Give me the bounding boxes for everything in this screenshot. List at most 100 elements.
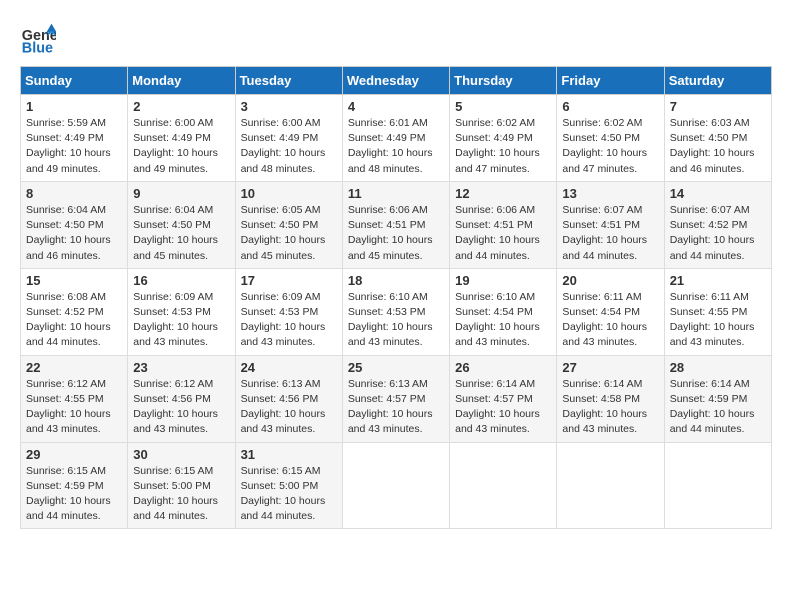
page-header: General Blue: [20, 20, 772, 56]
day-number: 9: [133, 186, 229, 201]
calendar-cell: [664, 442, 771, 529]
day-number: 24: [241, 360, 337, 375]
day-info: Sunrise: 6:06 AMSunset: 4:51 PMDaylight:…: [348, 204, 433, 262]
calendar-cell: 26 Sunrise: 6:14 AMSunset: 4:57 PMDaylig…: [450, 355, 557, 442]
day-number: 13: [562, 186, 658, 201]
calendar-cell: 15 Sunrise: 6:08 AMSunset: 4:52 PMDaylig…: [21, 268, 128, 355]
calendar-cell: 4 Sunrise: 6:01 AMSunset: 4:49 PMDayligh…: [342, 95, 449, 182]
day-number: 4: [348, 99, 444, 114]
calendar-cell: 31 Sunrise: 6:15 AMSunset: 5:00 PMDaylig…: [235, 442, 342, 529]
day-number: 6: [562, 99, 658, 114]
calendar-week-2: 8 Sunrise: 6:04 AMSunset: 4:50 PMDayligh…: [21, 181, 772, 268]
day-info: Sunrise: 6:07 AMSunset: 4:52 PMDaylight:…: [670, 204, 755, 262]
svg-text:Blue: Blue: [22, 40, 53, 56]
day-info: Sunrise: 6:10 AMSunset: 4:54 PMDaylight:…: [455, 291, 540, 349]
calendar-cell: 17 Sunrise: 6:09 AMSunset: 4:53 PMDaylig…: [235, 268, 342, 355]
calendar-cell: 13 Sunrise: 6:07 AMSunset: 4:51 PMDaylig…: [557, 181, 664, 268]
calendar-cell: [450, 442, 557, 529]
calendar-cell: 29 Sunrise: 6:15 AMSunset: 4:59 PMDaylig…: [21, 442, 128, 529]
day-number: 19: [455, 273, 551, 288]
day-info: Sunrise: 6:07 AMSunset: 4:51 PMDaylight:…: [562, 204, 647, 262]
calendar-cell: 20 Sunrise: 6:11 AMSunset: 4:54 PMDaylig…: [557, 268, 664, 355]
day-number: 15: [26, 273, 122, 288]
calendar-cell: [342, 442, 449, 529]
day-number: 5: [455, 99, 551, 114]
calendar-cell: 27 Sunrise: 6:14 AMSunset: 4:58 PMDaylig…: [557, 355, 664, 442]
calendar-cell: 5 Sunrise: 6:02 AMSunset: 4:49 PMDayligh…: [450, 95, 557, 182]
calendar-cell: 18 Sunrise: 6:10 AMSunset: 4:53 PMDaylig…: [342, 268, 449, 355]
calendar-cell: 12 Sunrise: 6:06 AMSunset: 4:51 PMDaylig…: [450, 181, 557, 268]
day-number: 11: [348, 186, 444, 201]
day-info: Sunrise: 6:14 AMSunset: 4:58 PMDaylight:…: [562, 378, 647, 436]
day-number: 10: [241, 186, 337, 201]
weekday-header-monday: Monday: [128, 67, 235, 95]
day-number: 12: [455, 186, 551, 201]
weekday-header-wednesday: Wednesday: [342, 67, 449, 95]
day-number: 21: [670, 273, 766, 288]
day-number: 26: [455, 360, 551, 375]
day-number: 14: [670, 186, 766, 201]
day-info: Sunrise: 6:11 AMSunset: 4:55 PMDaylight:…: [670, 291, 755, 349]
weekday-header-sunday: Sunday: [21, 67, 128, 95]
day-info: Sunrise: 6:15 AMSunset: 4:59 PMDaylight:…: [26, 465, 111, 523]
day-info: Sunrise: 6:13 AMSunset: 4:56 PMDaylight:…: [241, 378, 326, 436]
weekday-header-saturday: Saturday: [664, 67, 771, 95]
calendar-cell: 21 Sunrise: 6:11 AMSunset: 4:55 PMDaylig…: [664, 268, 771, 355]
day-number: 22: [26, 360, 122, 375]
logo-icon: General Blue: [20, 20, 56, 56]
calendar-cell: 9 Sunrise: 6:04 AMSunset: 4:50 PMDayligh…: [128, 181, 235, 268]
calendar-header-row: SundayMondayTuesdayWednesdayThursdayFrid…: [21, 67, 772, 95]
calendar-cell: 28 Sunrise: 6:14 AMSunset: 4:59 PMDaylig…: [664, 355, 771, 442]
day-info: Sunrise: 6:13 AMSunset: 4:57 PMDaylight:…: [348, 378, 433, 436]
day-info: Sunrise: 6:05 AMSunset: 4:50 PMDaylight:…: [241, 204, 326, 262]
day-info: Sunrise: 6:02 AMSunset: 4:49 PMDaylight:…: [455, 117, 540, 175]
day-info: Sunrise: 6:02 AMSunset: 4:50 PMDaylight:…: [562, 117, 647, 175]
weekday-header-thursday: Thursday: [450, 67, 557, 95]
day-number: 27: [562, 360, 658, 375]
day-number: 3: [241, 99, 337, 114]
calendar-cell: 25 Sunrise: 6:13 AMSunset: 4:57 PMDaylig…: [342, 355, 449, 442]
calendar-week-5: 29 Sunrise: 6:15 AMSunset: 4:59 PMDaylig…: [21, 442, 772, 529]
day-info: Sunrise: 6:09 AMSunset: 4:53 PMDaylight:…: [241, 291, 326, 349]
day-info: Sunrise: 6:11 AMSunset: 4:54 PMDaylight:…: [562, 291, 647, 349]
calendar-week-1: 1 Sunrise: 5:59 AMSunset: 4:49 PMDayligh…: [21, 95, 772, 182]
calendar-cell: 3 Sunrise: 6:00 AMSunset: 4:49 PMDayligh…: [235, 95, 342, 182]
day-number: 7: [670, 99, 766, 114]
day-number: 8: [26, 186, 122, 201]
calendar-table: SundayMondayTuesdayWednesdayThursdayFrid…: [20, 66, 772, 529]
day-info: Sunrise: 6:14 AMSunset: 4:59 PMDaylight:…: [670, 378, 755, 436]
calendar-cell: 1 Sunrise: 5:59 AMSunset: 4:49 PMDayligh…: [21, 95, 128, 182]
day-number: 18: [348, 273, 444, 288]
calendar-cell: 24 Sunrise: 6:13 AMSunset: 4:56 PMDaylig…: [235, 355, 342, 442]
day-info: Sunrise: 6:00 AMSunset: 4:49 PMDaylight:…: [241, 117, 326, 175]
day-info: Sunrise: 6:08 AMSunset: 4:52 PMDaylight:…: [26, 291, 111, 349]
weekday-header-tuesday: Tuesday: [235, 67, 342, 95]
day-number: 28: [670, 360, 766, 375]
calendar-cell: 14 Sunrise: 6:07 AMSunset: 4:52 PMDaylig…: [664, 181, 771, 268]
day-info: Sunrise: 6:12 AMSunset: 4:55 PMDaylight:…: [26, 378, 111, 436]
day-number: 16: [133, 273, 229, 288]
day-number: 23: [133, 360, 229, 375]
day-info: Sunrise: 6:09 AMSunset: 4:53 PMDaylight:…: [133, 291, 218, 349]
day-number: 25: [348, 360, 444, 375]
calendar-cell: 2 Sunrise: 6:00 AMSunset: 4:49 PMDayligh…: [128, 95, 235, 182]
calendar-cell: [557, 442, 664, 529]
calendar-cell: 6 Sunrise: 6:02 AMSunset: 4:50 PMDayligh…: [557, 95, 664, 182]
calendar-cell: 30 Sunrise: 6:15 AMSunset: 5:00 PMDaylig…: [128, 442, 235, 529]
logo: General Blue: [20, 20, 60, 56]
calendar-week-3: 15 Sunrise: 6:08 AMSunset: 4:52 PMDaylig…: [21, 268, 772, 355]
day-number: 31: [241, 447, 337, 462]
day-number: 20: [562, 273, 658, 288]
day-info: Sunrise: 6:14 AMSunset: 4:57 PMDaylight:…: [455, 378, 540, 436]
calendar-cell: 23 Sunrise: 6:12 AMSunset: 4:56 PMDaylig…: [128, 355, 235, 442]
day-info: Sunrise: 6:03 AMSunset: 4:50 PMDaylight:…: [670, 117, 755, 175]
day-info: Sunrise: 6:00 AMSunset: 4:49 PMDaylight:…: [133, 117, 218, 175]
calendar-cell: 7 Sunrise: 6:03 AMSunset: 4:50 PMDayligh…: [664, 95, 771, 182]
day-info: Sunrise: 5:59 AMSunset: 4:49 PMDaylight:…: [26, 117, 111, 175]
calendar-cell: 11 Sunrise: 6:06 AMSunset: 4:51 PMDaylig…: [342, 181, 449, 268]
day-number: 29: [26, 447, 122, 462]
day-info: Sunrise: 6:01 AMSunset: 4:49 PMDaylight:…: [348, 117, 433, 175]
calendar-cell: 16 Sunrise: 6:09 AMSunset: 4:53 PMDaylig…: [128, 268, 235, 355]
day-info: Sunrise: 6:04 AMSunset: 4:50 PMDaylight:…: [133, 204, 218, 262]
weekday-header-friday: Friday: [557, 67, 664, 95]
